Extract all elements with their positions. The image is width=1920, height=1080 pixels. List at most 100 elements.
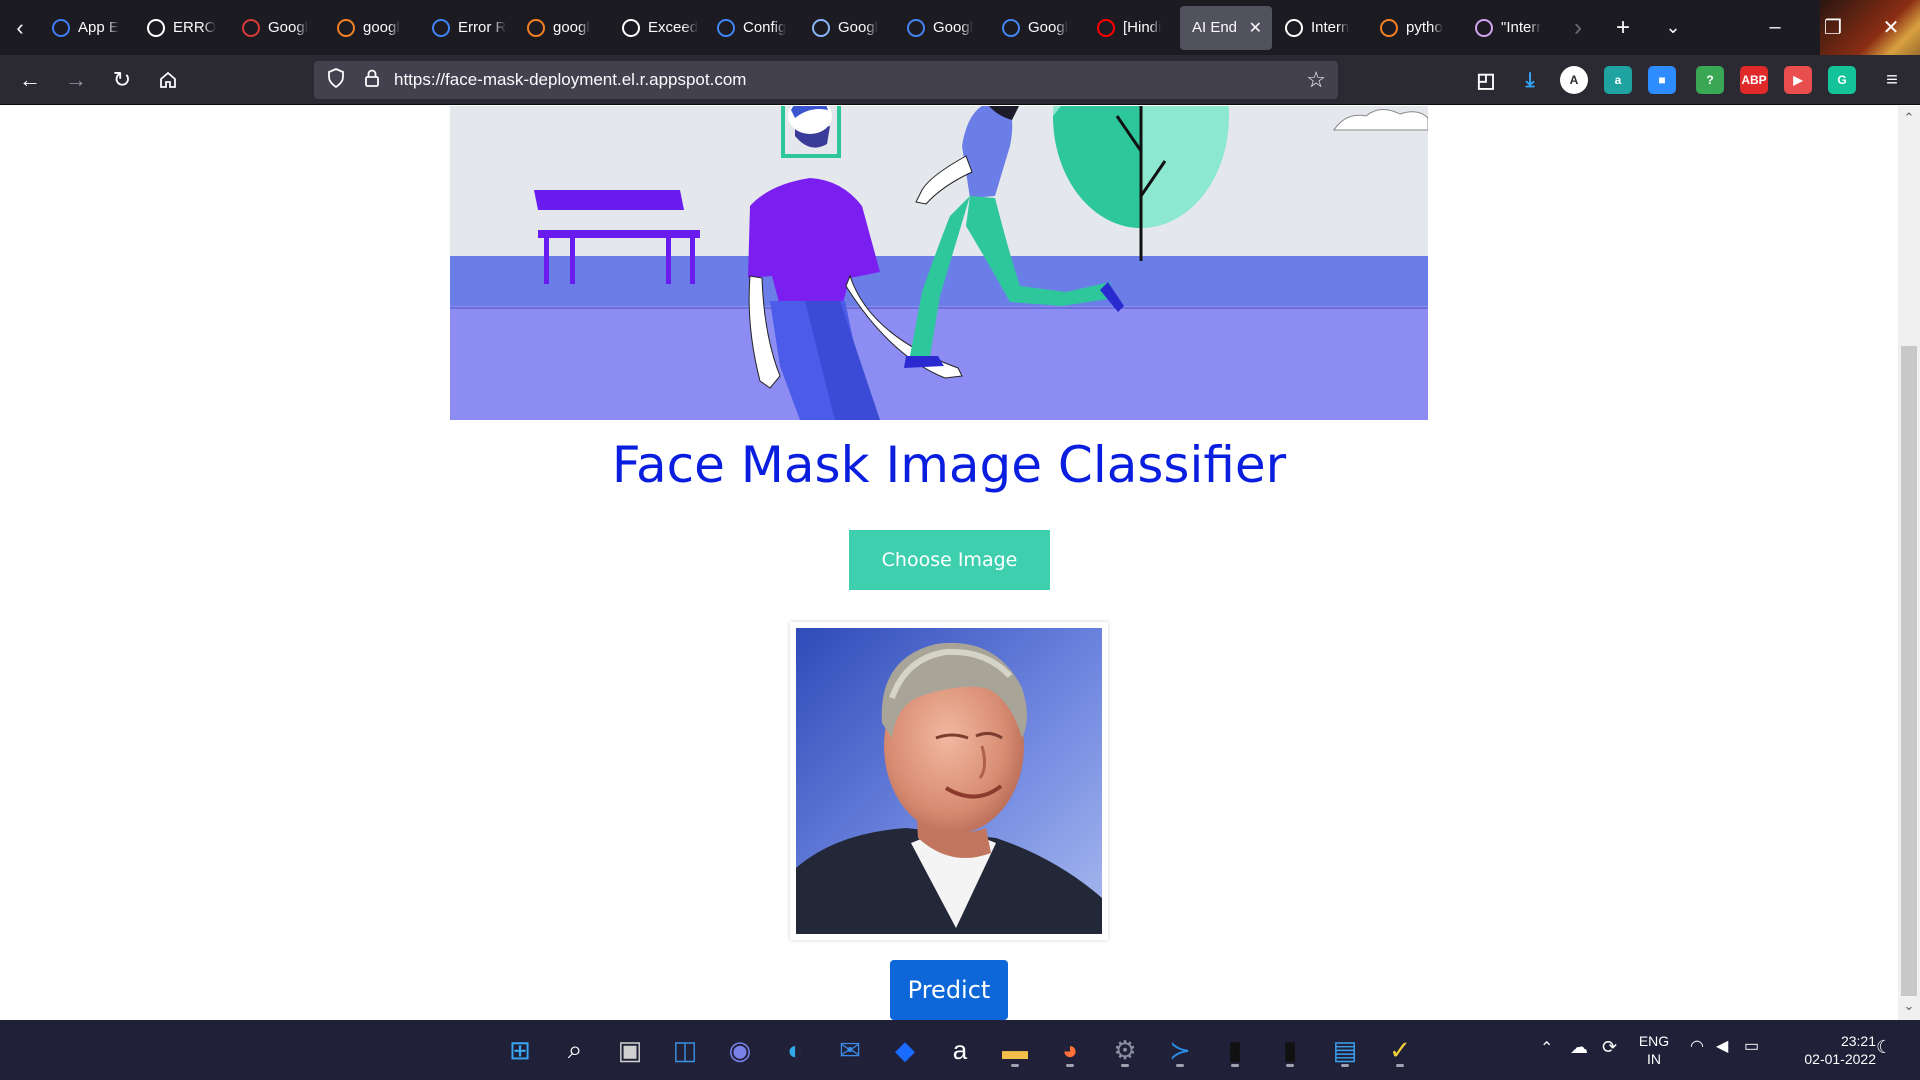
close-window-button[interactable]: ✕ — [1862, 0, 1920, 55]
edge-icon[interactable]: ◐ — [777, 1032, 813, 1068]
tab[interactable]: pytho — [1368, 6, 1462, 50]
tab[interactable]: googl — [325, 6, 419, 50]
mail-icon[interactable]: ✉ — [832, 1032, 868, 1068]
google-icon — [622, 18, 640, 37]
account-a-icon[interactable]: A — [1560, 66, 1588, 94]
tab[interactable]: Googl — [895, 6, 989, 50]
reload-icon[interactable]: ↻ — [100, 58, 144, 102]
forward-icon[interactable]: → — [54, 58, 98, 102]
running-indicator — [1231, 1064, 1239, 1067]
norton-icon[interactable]: ✓ — [1382, 1032, 1418, 1068]
tab-label: Googl — [838, 19, 879, 36]
youtube-icon — [1097, 18, 1115, 37]
terminal-icon[interactable]: ▮ — [1217, 1032, 1253, 1068]
running-indicator — [1011, 1064, 1019, 1067]
tab-label: Intern — [1311, 19, 1350, 36]
file-explorer-icon[interactable]: ▬ — [997, 1032, 1033, 1068]
dropbox-icon[interactable]: ◆ — [887, 1032, 923, 1068]
opera-icon — [1475, 18, 1493, 37]
back-icon[interactable]: ← — [8, 58, 52, 102]
stackoverflow-icon — [527, 18, 545, 37]
tab[interactable]: Googl — [800, 6, 894, 50]
new-tab-button[interactable]: + — [1598, 0, 1648, 55]
tab[interactable]: "Interr — [1463, 6, 1557, 50]
settings-icon[interactable]: ⚙ — [1107, 1032, 1143, 1068]
tab[interactable]: googl — [515, 6, 609, 50]
url-text[interactable]: https://face-mask-deployment.el.r.appspo… — [394, 70, 746, 90]
tab-active[interactable]: AI End ✕ — [1180, 5, 1272, 50]
tab[interactable]: ERRO — [135, 6, 229, 50]
minimize-button[interactable]: – — [1746, 0, 1804, 55]
tab[interactable]: Error R — [420, 6, 514, 50]
tab[interactable]: [Hindi — [1085, 6, 1179, 50]
tab[interactable]: Config — [705, 6, 799, 50]
battery-icon[interactable]: ▭ — [1744, 1038, 1759, 1056]
language-indicator[interactable]: ENG IN — [1634, 1032, 1674, 1068]
pocket-icon[interactable]: ◰ — [1472, 66, 1500, 94]
restore-button[interactable]: ❐ — [1804, 0, 1862, 55]
page-scrollbar[interactable]: ⌃ ⌄ — [1898, 106, 1920, 1020]
clock[interactable]: 23:21 02-01-2022 — [1780, 1032, 1876, 1068]
teams-chat-icon[interactable]: ◉ — [722, 1032, 758, 1068]
wifi-icon[interactable]: ◠ — [1690, 1038, 1704, 1056]
tab-label: "Interr — [1501, 19, 1542, 36]
tab-label: Config — [743, 19, 787, 36]
amazon-icon[interactable]: a — [942, 1032, 978, 1068]
close-tab-icon[interactable]: ✕ — [1249, 18, 1262, 38]
running-indicator — [1396, 1064, 1404, 1067]
sync-icon[interactable]: ⟳ — [1602, 1038, 1617, 1056]
running-indicator — [1176, 1064, 1184, 1067]
app-menu-icon[interactable]: ≡ — [1870, 58, 1914, 102]
predict-button[interactable]: Predict — [890, 960, 1008, 1020]
tab[interactable]: Googl — [990, 6, 1084, 50]
bookmark-star-icon[interactable]: ☆ — [1306, 67, 1326, 93]
search-icon[interactable]: ⌕ — [557, 1032, 593, 1068]
address-bar[interactable]: https://face-mask-deployment.el.r.appspo… — [314, 61, 1338, 99]
home-icon[interactable] — [146, 58, 190, 102]
scrollbar-thumb[interactable] — [1901, 346, 1917, 996]
running-indicator — [1121, 1064, 1129, 1067]
windows-taskbar: ⊞ ⌕ ▣ ◫ ◉ ◐ ✉ ◆ a ▬ ◕ ⚙ ≻ ▮ ▮ ▤ ✓ ⌃ ☁ ⟳ ENG IN ◠ ◀ ▭ 23:… — [0, 1020, 1920, 1080]
scroll-down-icon[interactable]: ⌄ — [1898, 998, 1920, 1018]
scroll-up-icon[interactable]: ⌃ — [1898, 110, 1920, 130]
choose-image-button[interactable]: Choose Image — [849, 530, 1050, 590]
navigation-toolbar: ← → ↻ https://face-mask-deployment.el.r.… — [0, 55, 1920, 105]
volume-icon[interactable]: ◀ — [1716, 1038, 1728, 1056]
zoom-icon[interactable]: ■ — [1648, 66, 1676, 94]
running-indicator — [1286, 1064, 1294, 1067]
widgets-icon[interactable]: ◫ — [667, 1032, 703, 1068]
amazon-assistant-icon[interactable]: a — [1604, 66, 1632, 94]
uploaded-image-preview — [790, 622, 1108, 940]
tab[interactable]: Exceed — [610, 6, 704, 50]
adblock-plus-icon[interactable]: ABP — [1740, 66, 1768, 94]
firefox-icon[interactable]: ◕ — [1052, 1032, 1088, 1068]
show-hidden-icons-icon[interactable]: ⌃ — [1540, 1040, 1553, 1058]
download-icon[interactable]: ⤓ — [1516, 66, 1544, 94]
chat-icon — [812, 18, 830, 37]
portrait-photo — [796, 628, 1102, 934]
running-indicator — [1066, 1064, 1074, 1067]
tab-scroll-right-icon[interactable]: › — [1558, 0, 1598, 55]
grammarly-icon[interactable]: G — [1828, 66, 1856, 94]
task-view-icon[interactable]: ▣ — [612, 1032, 648, 1068]
tab[interactable]: Intern — [1273, 6, 1367, 50]
list-all-tabs-icon[interactable]: ⌄ — [1648, 0, 1698, 55]
vscode-icon[interactable]: ≻ — [1162, 1032, 1198, 1068]
windows-start-icon[interactable]: ⊞ — [502, 1032, 538, 1068]
tab[interactable]: App E — [40, 6, 134, 50]
tab-label: pytho — [1406, 19, 1443, 36]
lock-icon[interactable] — [358, 68, 386, 93]
tab-label: Error R — [458, 19, 507, 36]
video-ext-icon[interactable]: ▶ — [1784, 66, 1812, 94]
running-indicator — [1341, 1064, 1349, 1067]
onedrive-icon[interactable]: ☁ — [1570, 1038, 1588, 1056]
page-content: Face Mask Image Classifier Choose Image — [0, 106, 1898, 1020]
notifications-icon[interactable]: ☾ — [1876, 1038, 1892, 1056]
tab-scroll-left-icon[interactable]: ‹ — [0, 0, 40, 55]
notification-ext-icon[interactable]: ? — [1696, 66, 1724, 94]
language-code: ENG — [1638, 1033, 1670, 1049]
tracking-protection-shield-icon[interactable] — [322, 67, 350, 93]
tab[interactable]: Googl — [230, 6, 324, 50]
notepad-icon[interactable]: ▤ — [1327, 1032, 1363, 1068]
terminal-icon[interactable]: ▮ — [1272, 1032, 1308, 1068]
